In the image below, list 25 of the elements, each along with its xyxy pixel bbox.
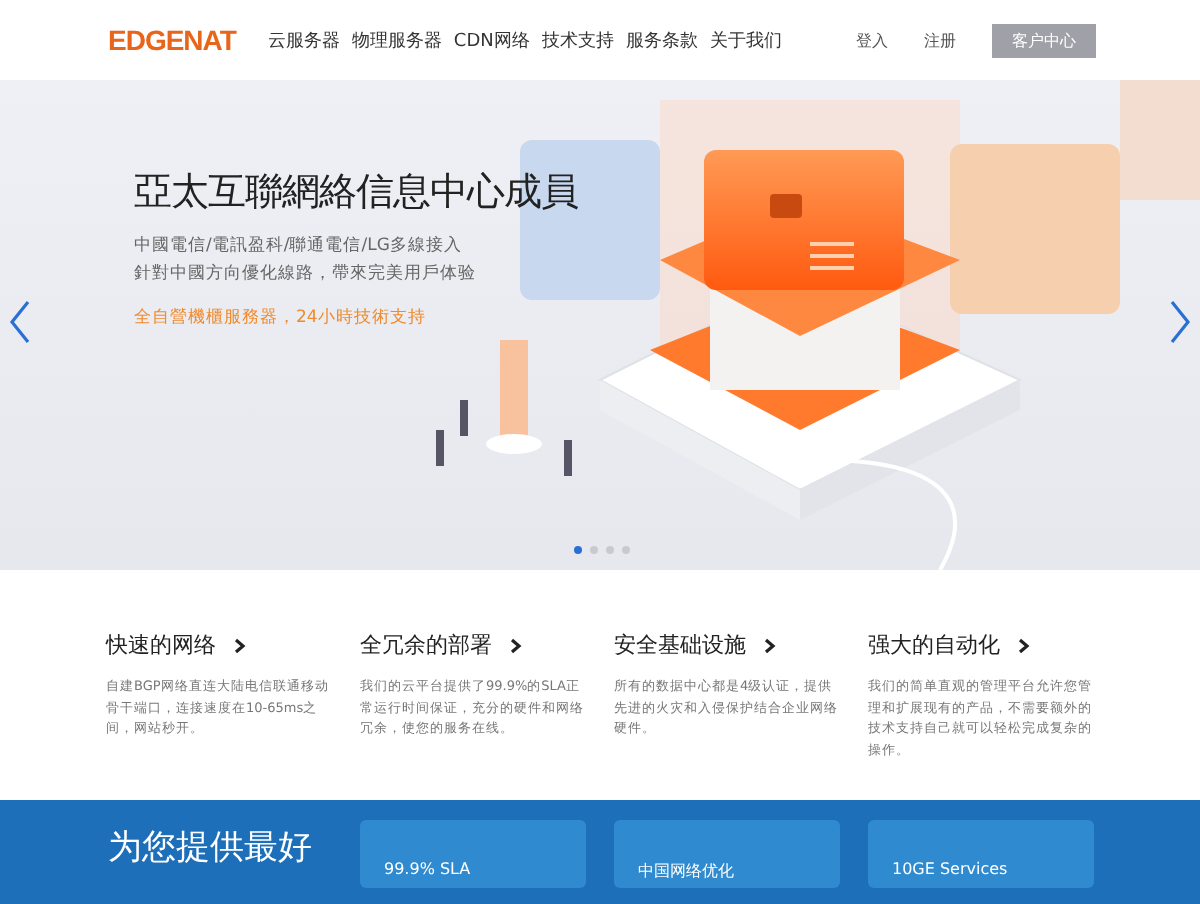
nav-link[interactable]: 云服务器 — [267, 27, 340, 53]
chevron-right-icon — [762, 637, 778, 653]
slide-dot[interactable] — [574, 546, 582, 554]
feature-title: 全冗余的部署 — [360, 630, 492, 660]
chevron-right-icon — [508, 637, 524, 653]
nav-link[interactable]: CDN网络 — [453, 27, 530, 53]
login-link[interactable]: 登入 — [856, 29, 888, 51]
feature-card: 中国网络优化 — [614, 820, 840, 888]
nav-link[interactable]: 服务条款 — [625, 27, 698, 53]
hero-subtitle: 針對中國方向優化線路，帶來完美用戶体验 — [134, 262, 478, 286]
section-heading: 为您提供最好 — [108, 826, 308, 870]
feature-title: 快速的网络 — [106, 630, 216, 660]
chevron-right-icon — [1016, 637, 1032, 653]
feature-title: 强大的自动化 — [868, 630, 1000, 660]
hero-title: 亞太互聯網絡信息中心成員 — [134, 168, 580, 218]
register-link[interactable]: 注册 — [924, 29, 956, 51]
nav-link[interactable]: 技术支持 — [541, 27, 614, 53]
chevron-right-icon — [232, 637, 248, 653]
feature-card: 99.9% SLA — [360, 820, 586, 888]
feature-card: 10GE Services — [868, 820, 1094, 888]
hero-subtitle: 中國電信/電訊盈科/聯通電信/LG多線接入 — [134, 234, 464, 258]
feature-title: 安全基础设施 — [614, 630, 746, 660]
hero-highlight: 全自營機櫃服務器，24小時技術支持 — [134, 306, 428, 330]
nav-link[interactable]: 物理服务器 — [351, 27, 442, 53]
nav-link[interactable]: 关于我们 — [709, 27, 782, 53]
